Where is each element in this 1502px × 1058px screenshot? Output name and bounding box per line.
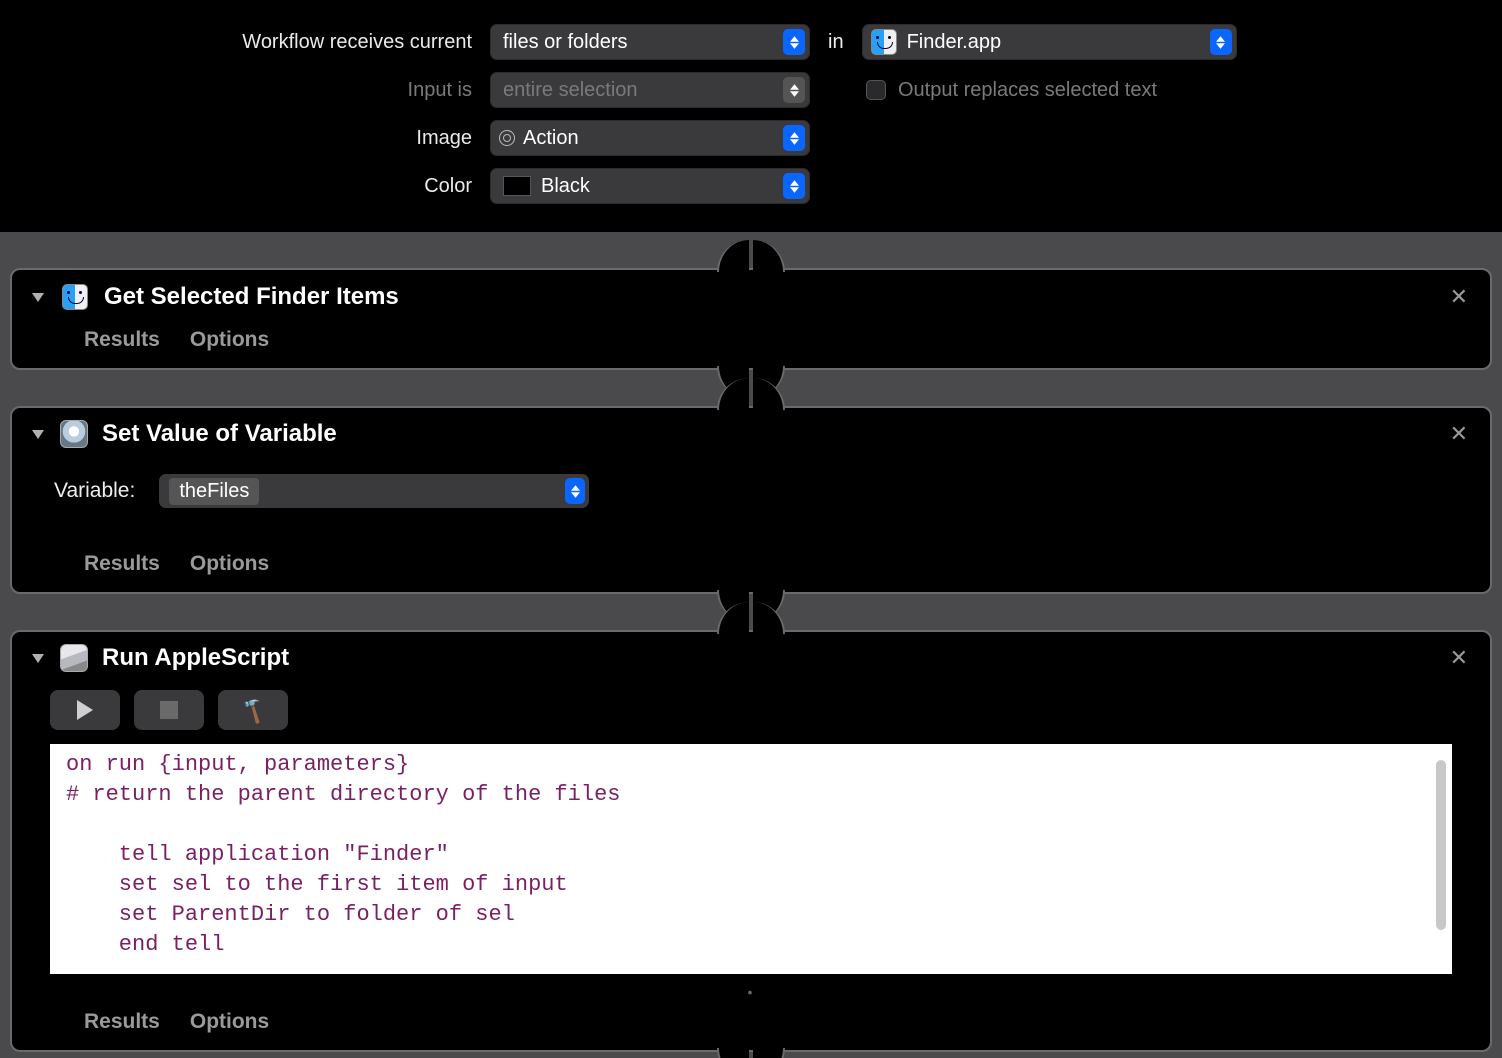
receives-popup[interactable]: files or folders: [490, 24, 810, 60]
stop-icon: [160, 701, 178, 719]
disclosure-triangle-icon[interactable]: [32, 430, 44, 439]
color-swatch: [503, 176, 531, 196]
tab-results[interactable]: Results: [84, 328, 160, 352]
color-label: Color: [0, 175, 490, 198]
output-replaces-checkbox: [866, 80, 886, 100]
application-popup[interactable]: Finder.app: [862, 24, 1237, 60]
finder-app-icon: [60, 282, 90, 312]
play-icon: [77, 700, 93, 720]
input-connector: [10, 232, 1492, 268]
action-connector: [10, 1052, 1492, 1058]
variable-row: Variable: theFiles: [54, 464, 1448, 528]
action-header: Get Selected Finder Items ✕: [12, 270, 1490, 320]
action-header: Run AppleScript ✕: [12, 632, 1490, 680]
in-label: in: [810, 31, 862, 54]
action-body: Variable: theFiles: [12, 456, 1490, 544]
tab-results[interactable]: Results: [84, 1010, 160, 1034]
workflow-canvas[interactable]: Get Selected Finder Items ✕ Results Opti…: [0, 232, 1502, 1058]
tab-options[interactable]: Options: [190, 1010, 269, 1034]
script-editor[interactable]: on run {input, parameters} # return the …: [50, 744, 1452, 974]
resize-handle-icon[interactable]: •: [12, 982, 1490, 1002]
stepper-arrows-icon: [783, 125, 805, 151]
output-replaces-label: Output replaces selected text: [898, 79, 1157, 102]
disclosure-triangle-icon[interactable]: [32, 654, 44, 663]
action-tabs: Results Options: [12, 320, 1490, 368]
action-tabs: Results Options: [12, 1002, 1490, 1050]
image-popup[interactable]: Action: [490, 120, 810, 156]
input-is-label: Input is: [0, 79, 490, 102]
receives-value: files or folders: [503, 31, 628, 54]
applescript-icon: [60, 644, 88, 672]
tab-options[interactable]: Options: [190, 552, 269, 576]
color-popup[interactable]: Black: [490, 168, 810, 204]
close-action-button[interactable]: ✕: [1444, 421, 1474, 447]
action-connector: [10, 370, 1492, 406]
stepper-arrows-icon: [565, 478, 585, 504]
finder-icon: [871, 29, 897, 55]
hammer-icon: 🔨: [236, 693, 269, 726]
config-row-color: Color Black: [0, 162, 1502, 210]
action-title: Set Value of Variable: [102, 420, 1444, 448]
tab-results[interactable]: Results: [84, 552, 160, 576]
close-action-button[interactable]: ✕: [1444, 645, 1474, 671]
scrollbar-thumb[interactable]: [1436, 760, 1446, 930]
stop-script-button[interactable]: [134, 690, 204, 730]
application-value: Finder.app: [907, 31, 1002, 54]
run-script-button[interactable]: [50, 690, 120, 730]
action-connector: [10, 594, 1492, 630]
close-action-button[interactable]: ✕: [1444, 284, 1474, 310]
input-is-popup: entire selection: [490, 72, 810, 108]
variable-popup[interactable]: theFiles: [159, 474, 589, 508]
stepper-arrows-icon: [1210, 29, 1232, 55]
color-value: Black: [541, 175, 590, 198]
disclosure-triangle-icon[interactable]: [32, 293, 44, 302]
image-label: Image: [0, 127, 490, 150]
action-get-selected-finder-items[interactable]: Get Selected Finder Items ✕ Results Opti…: [10, 268, 1492, 370]
config-row-image: Image Action: [0, 114, 1502, 162]
gear-icon: [499, 130, 515, 146]
variable-label: Variable:: [54, 479, 135, 503]
stepper-arrows-icon: [783, 29, 805, 55]
tab-options[interactable]: Options: [190, 328, 269, 352]
variable-token: theFiles: [169, 478, 259, 505]
script-toolbar: 🔨: [12, 680, 1490, 744]
automator-icon: [60, 420, 88, 448]
stepper-arrows-icon: [783, 77, 805, 103]
image-value: Action: [523, 127, 579, 150]
input-is-value: entire selection: [503, 79, 638, 102]
action-title: Run AppleScript: [102, 644, 1444, 672]
action-title: Get Selected Finder Items: [104, 283, 1444, 311]
workflow-config-panel: Workflow receives current files or folde…: [0, 0, 1502, 232]
action-header: Set Value of Variable ✕: [12, 408, 1490, 456]
config-row-input: Input is entire selection Output replace…: [0, 66, 1502, 114]
action-set-value-of-variable[interactable]: Set Value of Variable ✕ Variable: theFil…: [10, 406, 1492, 594]
compile-script-button[interactable]: 🔨: [218, 690, 288, 730]
stepper-arrows-icon: [783, 173, 805, 199]
receives-label: Workflow receives current: [0, 31, 490, 54]
action-run-applescript[interactable]: Run AppleScript ✕ 🔨 on run {input, param…: [10, 630, 1492, 1052]
action-tabs: Results Options: [12, 544, 1490, 592]
config-row-receives: Workflow receives current files or folde…: [0, 18, 1502, 66]
